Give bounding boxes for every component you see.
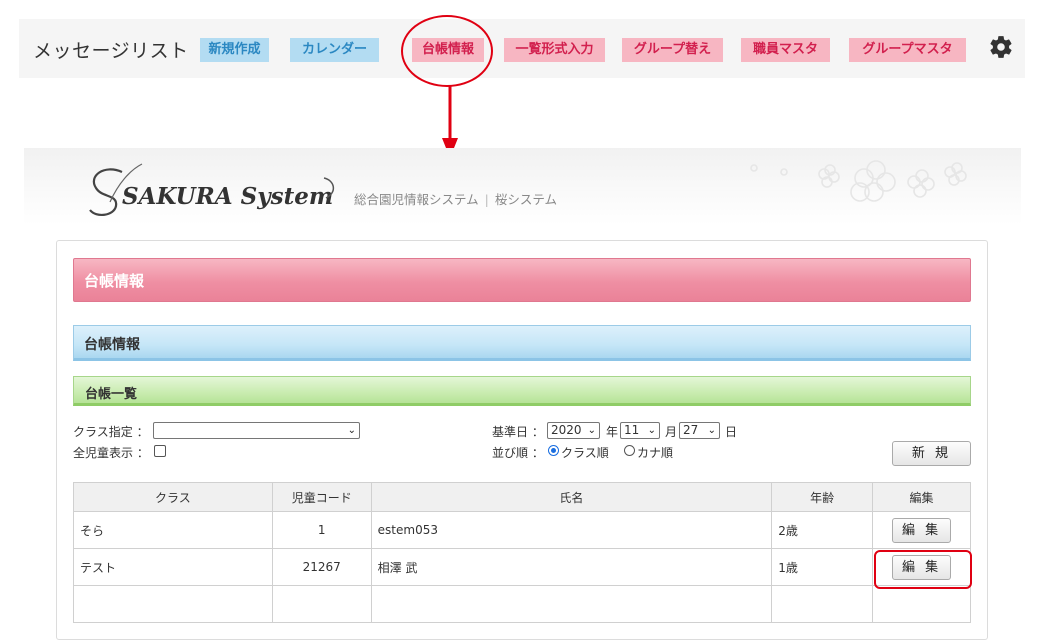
chevron-down-icon: ⌄ — [707, 425, 716, 436]
top-app-bar: メッセージリスト 新規作成 カレンダー 台帳情報 一覧形式入力 グループ替え 職… — [19, 19, 1025, 78]
table-row: テスト 21267 相澤 武 1歳 編 集 — [73, 548, 971, 586]
cell-name: estem053 — [370, 511, 773, 549]
column-header-class[interactable]: クラス — [73, 482, 273, 512]
sort-kana-label: カナ順 — [637, 446, 674, 460]
class-filter-select[interactable]: ⌄ — [153, 422, 360, 439]
cell-code: 1 — [271, 511, 372, 549]
all-children-checkbox[interactable] — [154, 445, 166, 457]
app-title: メッセージリスト — [33, 40, 189, 62]
column-header-edit: 編集 — [872, 482, 971, 512]
sort-class-label: クラス順 — [561, 446, 609, 460]
year-select[interactable]: 2020 ⌄ — [547, 422, 600, 439]
section-title: 台帳情報 — [84, 337, 140, 353]
base-date-label: 基準日 ： — [492, 425, 544, 439]
system-nickname-label: 桜システム — [494, 192, 557, 207]
logo-text: SAKURA System — [122, 183, 333, 210]
system-name-label: 総合園児情報システム — [354, 192, 479, 207]
content-panel: 台帳情報 台帳情報 台帳一覧 クラス指定 ： ⌄ 全児童表示 ： 基準日 ： 2… — [56, 240, 988, 640]
day-value: 27 — [683, 423, 699, 437]
nav-staff-master-button[interactable]: 職員マスタ — [741, 38, 830, 62]
cell-code: 21267 — [271, 548, 372, 586]
list-title: 台帳一覧 — [85, 387, 138, 402]
year-value: 2020 — [551, 423, 582, 437]
tagline-separator: | — [484, 192, 489, 207]
system-tagline: 総合園児情報システム | 桜システム — [354, 189, 557, 208]
cell-age: 2歳 — [771, 511, 874, 549]
edit-highlight-annotation — [874, 550, 972, 589]
sakura-flower-decoration-icon — [750, 160, 967, 202]
cell-age: 1歳 — [771, 548, 874, 586]
page-title-bar: 台帳情報 — [73, 258, 971, 302]
cell-name: 相澤 武 — [370, 548, 773, 586]
class-filter-label: クラス指定 ： — [73, 425, 149, 439]
column-header-name[interactable]: 氏名 — [370, 482, 773, 512]
sort-kana-radio[interactable] — [624, 445, 635, 456]
cell-name — [370, 585, 773, 623]
chevron-down-icon: ⌄ — [587, 425, 596, 436]
section-title-bar: 台帳情報 — [73, 325, 971, 361]
new-record-button[interactable]: 新 規 — [892, 441, 971, 466]
month-unit: 月 — [665, 425, 678, 439]
nav-new-message-button[interactable]: 新規作成 — [200, 38, 269, 62]
day-select[interactable]: 27 ⌄ — [679, 422, 720, 439]
chevron-down-icon: ⌄ — [647, 425, 656, 436]
cell-edit — [872, 585, 971, 623]
cell-class: そら — [73, 511, 273, 549]
month-select[interactable]: 11 ⌄ — [620, 422, 660, 439]
month-value: 11 — [624, 423, 640, 437]
edit-button[interactable]: 編 集 — [892, 518, 952, 543]
nav-bulk-input-button[interactable]: 一覧形式入力 — [504, 38, 605, 62]
table-row: そら 1 estem053 2歳 編 集 — [73, 511, 971, 549]
cell-code — [271, 585, 372, 623]
page-title: 台帳情報 — [84, 272, 145, 290]
ledger-table: クラス 児童コード 氏名 年齢 編集 そら 1 estem053 2歳 編 集 … — [73, 482, 971, 623]
nav-group-master-button[interactable]: グループマスタ — [849, 38, 966, 62]
column-header-code[interactable]: 児童コード — [271, 482, 372, 512]
highlight-circle-annotation — [401, 15, 493, 87]
chevron-down-icon: ⌄ — [347, 425, 356, 436]
cell-class: テスト — [73, 548, 273, 586]
column-header-age: 年齢 — [771, 482, 874, 512]
table-header-row: クラス 児童コード 氏名 年齢 編集 — [73, 482, 971, 512]
system-header: SAKURA System 総合園児情報システム | 桜システム — [24, 148, 1021, 225]
cell-class — [73, 585, 273, 623]
cell-edit: 編 集 — [872, 511, 971, 549]
table-row — [73, 585, 971, 623]
list-title-bar: 台帳一覧 — [73, 376, 971, 406]
nav-group-change-button[interactable]: グループ替え — [622, 38, 723, 62]
nav-calendar-button[interactable]: カレンダー — [290, 38, 379, 62]
gear-icon[interactable] — [988, 34, 1014, 60]
cell-age — [771, 585, 874, 623]
sakura-system-logo: SAKURA System — [89, 163, 335, 216]
day-unit: 日 — [725, 425, 738, 439]
sort-class-radio[interactable] — [548, 445, 559, 456]
year-unit: 年 — [606, 425, 619, 439]
all-children-label: 全児童表示 ： — [73, 446, 149, 460]
sort-order-label: 並び順 ： — [492, 446, 544, 460]
